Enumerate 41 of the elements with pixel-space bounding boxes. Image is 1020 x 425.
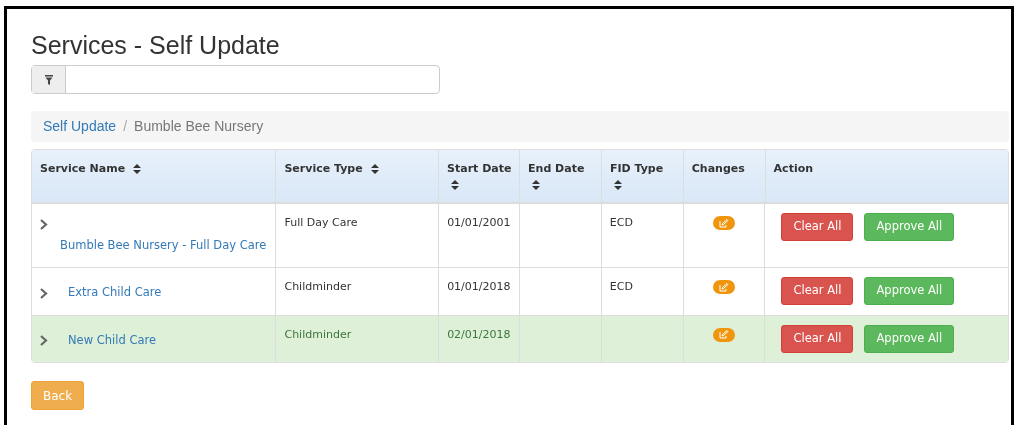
approve-all-button[interactable]: Approve All <box>864 324 955 353</box>
approve-all-button[interactable]: Approve All <box>864 213 955 241</box>
edit-icon <box>719 282 730 292</box>
expand-chevron-icon[interactable] <box>40 335 48 346</box>
table-cell: Full Day Care <box>284 216 358 229</box>
column-header: Action <box>772 161 815 177</box>
column-header[interactable]: FID Type <box>601 150 684 202</box>
column-header: Changes <box>683 150 766 202</box>
expand-chevron-icon[interactable] <box>40 218 48 230</box>
edit-icon <box>719 218 730 228</box>
table-cell: Childminder <box>284 280 352 293</box>
clear-all-button[interactable]: Clear All <box>781 277 854 305</box>
breadcrumb-link[interactable]: Self Update <box>43 116 117 137</box>
page-title: Services - Self Update <box>31 30 281 61</box>
sort-icon[interactable] <box>613 180 622 190</box>
approve-all-button[interactable]: Approve All <box>864 277 955 305</box>
edit-icon <box>719 330 730 339</box>
sort-icon[interactable] <box>532 180 541 190</box>
table-cell: 01/01/2001 <box>447 216 511 229</box>
service-name-link[interactable]: Extra Child Care <box>68 284 162 302</box>
table-cell: ECD <box>609 280 633 293</box>
breadcrumb-separator: / <box>123 117 128 136</box>
sort-icon[interactable] <box>370 164 379 174</box>
service-name-link[interactable]: New Child Care <box>68 331 157 349</box>
clear-all-button[interactable]: Clear All <box>781 324 854 353</box>
service-name-link[interactable]: Bumble Bee Nursery - Full Day Care <box>60 236 267 254</box>
table-cell: Childminder <box>284 327 352 341</box>
table-cell: 01/01/2018 <box>447 280 511 293</box>
filter-field[interactable] <box>31 65 440 94</box>
breadcrumb-current: Bumble Bee Nursery <box>134 117 264 136</box>
table-cell: 02/01/2018 <box>447 327 511 341</box>
filter-icon <box>44 74 53 85</box>
sort-icon[interactable] <box>451 180 460 190</box>
column-header[interactable]: End Date <box>520 150 602 202</box>
sort-icon[interactable] <box>132 164 141 174</box>
column-header[interactable]: Service Name <box>32 150 277 202</box>
expand-chevron-icon[interactable] <box>40 287 48 299</box>
table-cell: ECD <box>609 216 633 229</box>
column-header[interactable]: Start Date <box>439 150 521 202</box>
clear-all-button[interactable]: Clear All <box>781 213 854 241</box>
column-header[interactable]: Service Type <box>276 150 440 202</box>
